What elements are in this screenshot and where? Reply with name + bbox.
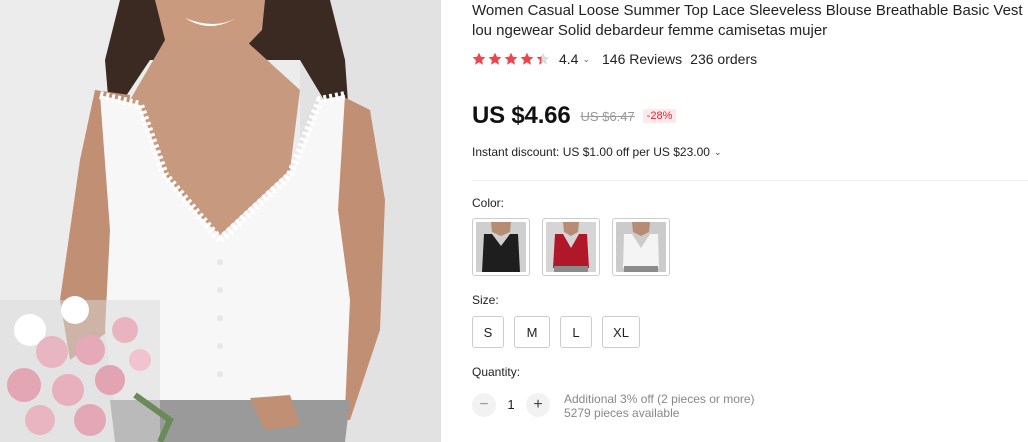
color-option-red-thumbnail [546,222,596,272]
quantity-input[interactable]: 1 [496,392,526,418]
color-option-white-thumbnail [616,222,666,272]
size-option-xl[interactable]: XL [602,316,640,348]
star-icon [536,52,550,65]
size-option-s[interactable]: S [472,316,504,348]
discount-badge: -28% [642,109,677,123]
price-row: US $4.66 US $6.47 -28% [472,102,677,130]
product-title: Women Casual Loose Summer Top Lace Sleev… [472,2,1023,39]
size-option-l[interactable]: L [560,316,592,348]
quantity-increase-button[interactable]: + [526,393,550,417]
quantity-stepper: − 1 + Additional 3% off (2 pieces or mor… [472,392,755,420]
product-info-panel: Women Casual Loose Summer Top Lace Sleev… [472,0,1028,442]
chevron-down-icon[interactable]: ⌄ [582,54,590,65]
orders-count: 236 orders [690,51,758,67]
size-options: S M L XL [472,316,640,348]
section-divider [472,180,1028,181]
instant-discount-text: Instant discount: US $1.00 off per US $2… [472,145,710,159]
color-label: Color: [472,196,505,210]
rating-stars [472,52,550,66]
stock-available: 5279 pieces available [564,406,680,420]
star-icon [520,52,534,65]
star-icon [504,52,518,65]
color-option-red[interactable] [542,218,600,276]
product-photo-illustration [0,0,441,442]
reviews-link[interactable]: 146 Reviews [602,51,682,67]
star-icon [488,52,502,65]
color-swatches [472,218,670,276]
rating-value[interactable]: 4.4 [559,51,578,67]
rating-row: 4.4 ⌄ 146 Reviews 236 orders [472,50,757,68]
quantity-label: Quantity: [472,365,521,379]
quantity-note: Additional 3% off (2 pieces or more) 527… [564,392,755,420]
size-option-m[interactable]: M [514,316,550,348]
instant-discount[interactable]: Instant discount: US $1.00 off per US $2… [472,145,721,159]
product-main-image[interactable] [0,0,441,442]
size-label: Size: [472,293,499,307]
quantity-decrease-button[interactable]: − [472,393,496,417]
current-price: US $4.66 [472,102,571,129]
original-price: US $6.47 [580,108,635,124]
color-option-white[interactable] [612,218,670,276]
color-option-black[interactable] [472,218,530,276]
color-option-black-thumbnail [476,222,526,272]
star-icon [472,52,486,65]
chevron-down-icon[interactable]: ⌄ [714,147,722,158]
bulk-discount-note: Additional 3% off (2 pieces or more) [564,392,755,406]
